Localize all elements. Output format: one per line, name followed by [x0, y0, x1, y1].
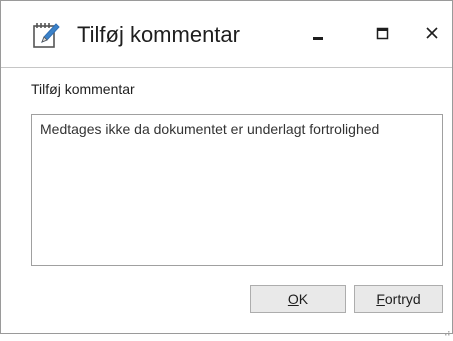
cancel-button[interactable]: Fortryd [354, 285, 443, 313]
ok-mnemonic: O [287, 291, 299, 307]
dialog-title: Tilføj kommentar [77, 22, 240, 47]
minimize-icon [313, 37, 323, 40]
comment-label: Tilføj kommentar [31, 81, 135, 97]
ok-label-rest: K [298, 291, 309, 307]
title-bar[interactable]: Tilføj kommentar [1, 1, 452, 67]
resize-grip-icon[interactable] [442, 323, 450, 336]
close-button[interactable] [419, 17, 453, 51]
maximize-icon [376, 27, 389, 40]
maximize-button[interactable] [364, 17, 400, 51]
add-comment-dialog: Tilføj kommentar Tilføj kommentar Medtag… [0, 0, 453, 336]
notepad-pencil-icon [31, 20, 61, 50]
title-separator [1, 67, 452, 68]
minimize-button[interactable] [300, 17, 336, 51]
comment-textarea[interactable]: Medtages ikke da dokumentet er underlagt… [31, 114, 443, 266]
ok-button[interactable]: OK [250, 285, 346, 313]
close-icon [426, 27, 438, 39]
cancel-label-rest: ortryd [384, 291, 421, 307]
cancel-mnemonic: F [376, 291, 385, 307]
